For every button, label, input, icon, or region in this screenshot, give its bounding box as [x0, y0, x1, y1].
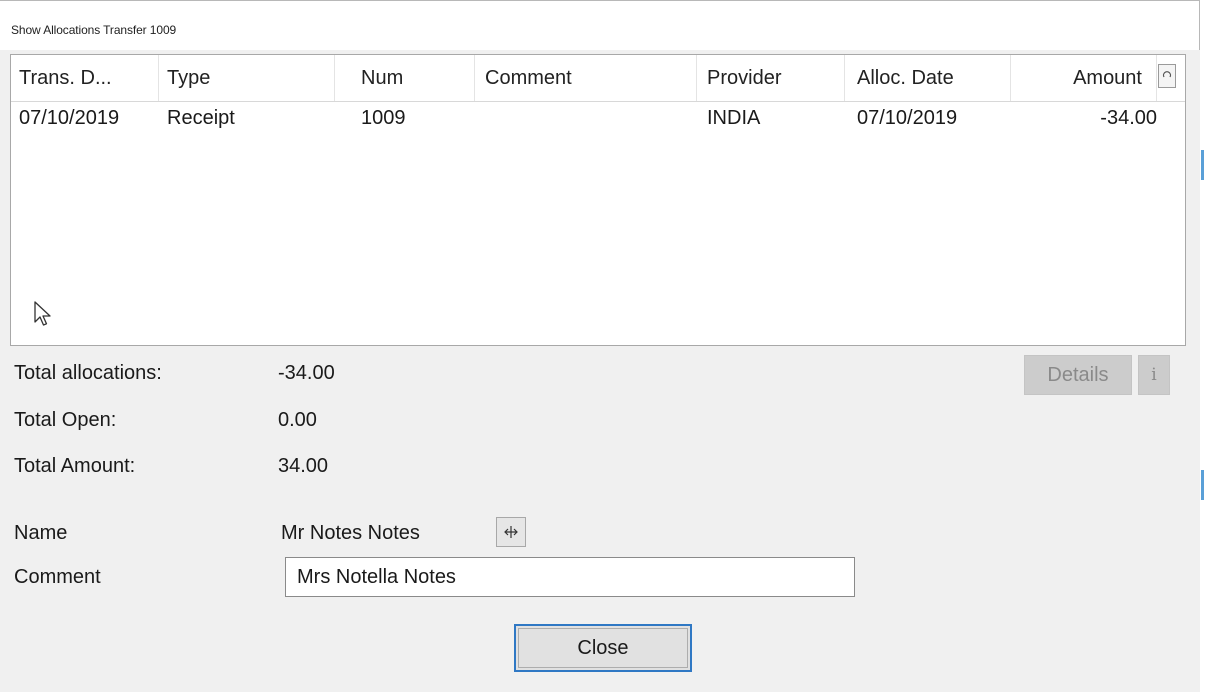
allocations-list[interactable]: Trans. D... Type Num Comment Provider Al… [10, 54, 1186, 346]
sort-toggle-icon[interactable] [1158, 64, 1176, 88]
name-label: Name [14, 522, 68, 544]
mouse-pointer-icon [34, 301, 51, 326]
column-header-type[interactable]: Type [159, 55, 335, 101]
info-button[interactable]: i [1138, 355, 1170, 395]
column-header-provider[interactable]: Provider [697, 55, 845, 101]
edge-marker [1201, 150, 1204, 180]
list-header: Trans. D... Type Num Comment Provider Al… [11, 55, 1185, 102]
cell-trans-date: 07/10/2019 [19, 107, 120, 129]
window-edge [1200, 0, 1208, 692]
move-cursor-icon [504, 526, 518, 538]
cell-alloc-date: 07/10/2019 [857, 107, 958, 129]
close-button[interactable]: Close [514, 624, 692, 672]
column-header-trans-date[interactable]: Trans. D... [11, 55, 159, 101]
window-title: Show Allocations Transfer 1009 [11, 23, 177, 37]
refresh-icon [1162, 71, 1172, 78]
column-header-amount[interactable]: Amount [1011, 55, 1157, 101]
total-amount-value: 34.00 [278, 455, 329, 477]
comment-field[interactable] [285, 557, 855, 597]
cell-comment [475, 102, 697, 134]
table-row[interactable]: 07/10/2019 Receipt 1009 INDIA 07/10/2019… [11, 102, 1185, 134]
column-header-num[interactable]: Num [335, 55, 475, 101]
column-header-comment[interactable]: Comment [475, 55, 697, 101]
cell-provider: INDIA [707, 107, 761, 129]
total-open-label: Total Open: [14, 409, 117, 431]
details-button[interactable]: Details [1024, 355, 1132, 395]
title-bar: Show Allocations Transfer 1009 [0, 0, 1200, 50]
close-button-label: Close [577, 637, 629, 659]
cell-type: Receipt [167, 107, 235, 129]
total-amount-label: Total Amount: [14, 455, 136, 477]
total-open-value: 0.00 [278, 409, 317, 431]
edge-marker [1201, 470, 1204, 500]
column-header-alloc-date[interactable]: Alloc. Date [845, 55, 1011, 101]
total-allocations-label: Total allocations: [14, 362, 162, 384]
name-picker-button[interactable] [496, 517, 526, 547]
total-allocations-value: -34.00 [278, 362, 335, 384]
name-value: Mr Notes Notes [281, 522, 420, 544]
cell-num: 1009 [361, 107, 406, 129]
cell-amount: -34.00 [1100, 107, 1157, 129]
comment-label: Comment [14, 566, 101, 588]
